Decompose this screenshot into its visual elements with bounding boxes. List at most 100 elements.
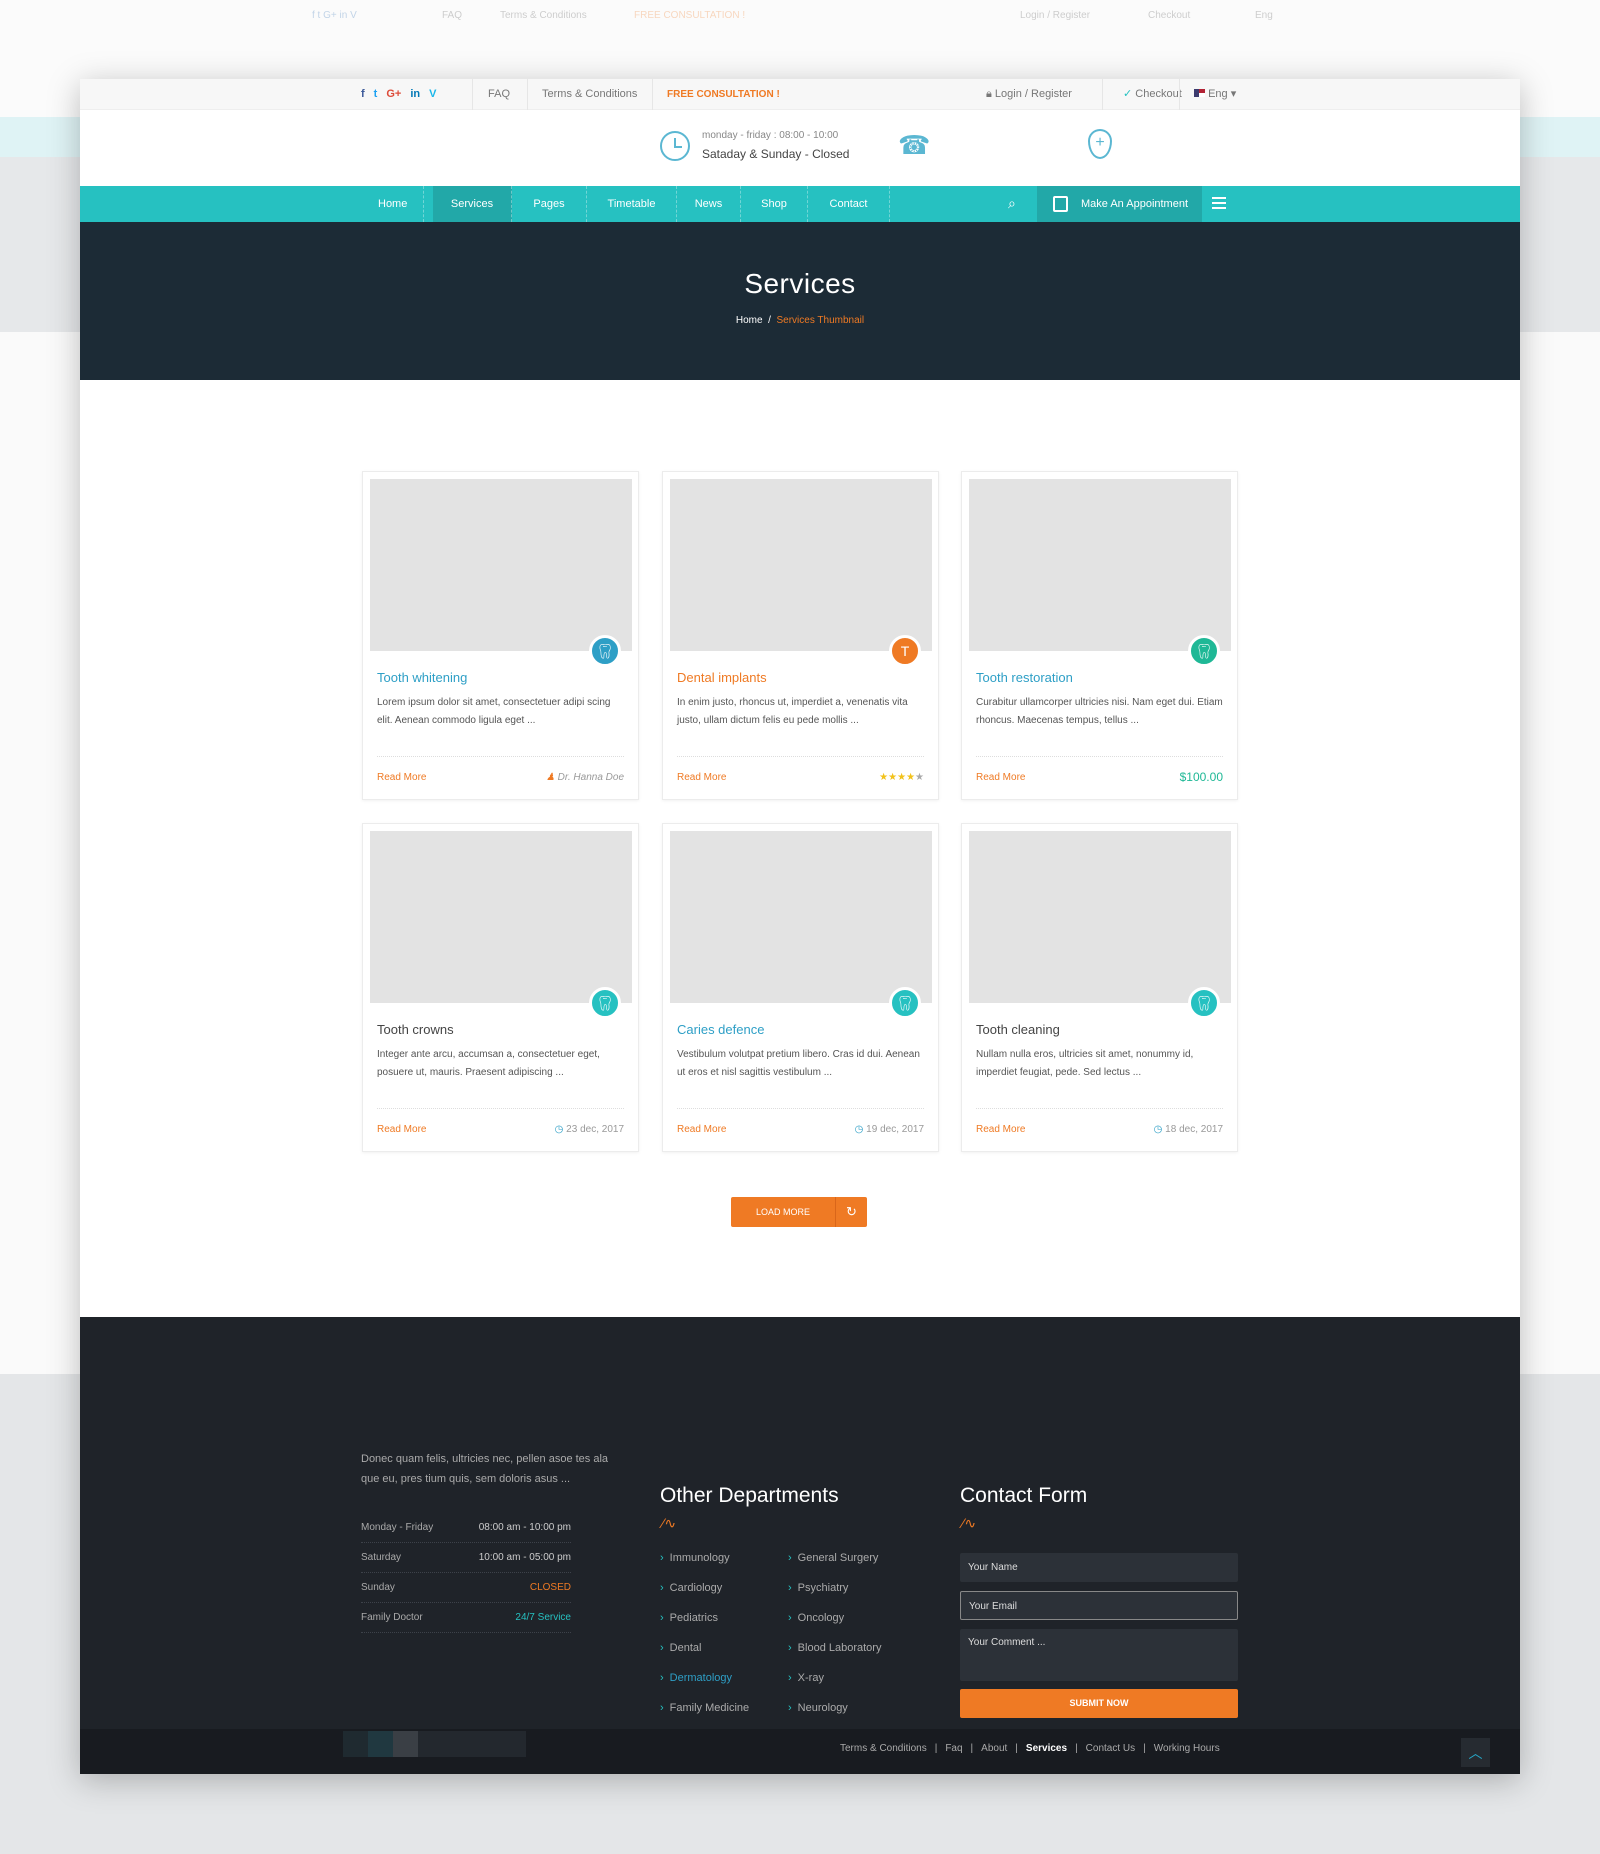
ghost-lang: Eng	[1255, 10, 1273, 21]
name-input[interactable]: Your Name	[960, 1553, 1238, 1582]
nav-contact[interactable]: Contact	[808, 186, 890, 222]
department-link[interactable]: › Immunology	[660, 1552, 730, 1564]
card-title[interactable]: Tooth crowns	[377, 1022, 454, 1037]
card-image[interactable]	[670, 479, 932, 651]
department-link[interactable]: › Neurology	[788, 1702, 848, 1714]
service-card: T Dental implants In enim justo, rhoncus u…	[662, 471, 939, 800]
nav-news[interactable]: News	[677, 186, 741, 222]
contact-form-title: Contact Form	[960, 1484, 1088, 1507]
vimeo-icon[interactable]: V	[429, 79, 436, 110]
nav-pages[interactable]: Pages	[512, 186, 587, 222]
search-icon[interactable]: ⌕	[1008, 195, 1016, 212]
card-description: Curabitur ullamcorper ultricies nisi. Na…	[976, 697, 1223, 726]
linkedin-icon[interactable]: in	[410, 79, 420, 110]
us-flag-icon	[1194, 89, 1205, 97]
department-link[interactable]: › Oncology	[788, 1612, 844, 1624]
department-link[interactable]: › Psychiatry	[788, 1582, 848, 1594]
chevron-right-icon: ›	[660, 1582, 664, 1594]
faq-link[interactable]: FAQ	[472, 79, 527, 110]
hours-weekday: monday - friday : 08:00 - 10:00	[702, 130, 839, 141]
read-more-link[interactable]: Read More	[976, 1124, 1025, 1135]
nav-timetable[interactable]: Timetable	[587, 186, 677, 222]
card-image[interactable]	[969, 479, 1231, 651]
footer-link[interactable]: Contact Us	[1086, 1743, 1135, 1754]
make-appointment-button[interactable]: Make An Appointment	[1037, 186, 1202, 222]
free-consultation-link[interactable]: FREE CONSULTATION !	[652, 79, 780, 110]
department-link[interactable]: › General Surgery	[788, 1552, 878, 1564]
ghost-consult: FREE CONSULTATION !	[634, 10, 746, 21]
department-label: Pediatrics	[669, 1612, 718, 1624]
card-image[interactable]	[670, 831, 932, 1003]
department-label: Cardiology	[669, 1582, 723, 1594]
login-label: Login / Register	[994, 88, 1072, 100]
clock-icon: ◷	[554, 1124, 567, 1135]
department-label: X-ray	[797, 1672, 824, 1684]
card-title[interactable]: Tooth cleaning	[976, 1022, 1060, 1037]
read-more-link[interactable]: Read More	[377, 1124, 426, 1135]
hours-weekend: Sataday & Sunday - Closed	[702, 147, 850, 161]
hours-row: Saturday 10:00 am - 05:00 pm	[361, 1543, 571, 1573]
read-more-link[interactable]: Read More	[677, 1124, 726, 1135]
hours-row: Monday - Friday 08:00 am - 10:00 pm	[361, 1513, 571, 1543]
hours-time: 08:00 am - 10:00 pm	[478, 1522, 571, 1533]
department-link[interactable]: › Blood Laboratory	[788, 1642, 881, 1654]
department-link[interactable]: › Pediatrics	[660, 1612, 718, 1624]
ghost-terms: Terms & Conditions	[500, 10, 587, 21]
hours-day: Monday - Friday	[361, 1522, 434, 1533]
card-description: Integer ante arcu, accumsan a, consectet…	[377, 1049, 600, 1078]
star-icon: ★	[906, 772, 916, 783]
footer-link[interactable]: Terms & Conditions	[840, 1743, 927, 1754]
ghost-topbar: f t G+ in V FAQ Terms & Conditions FREE …	[0, 6, 1600, 30]
footer-link[interactable]: Faq	[945, 1743, 962, 1754]
back-to-top-button[interactable]: ︿	[1461, 1738, 1490, 1767]
card-title[interactable]: Caries defence	[677, 1022, 764, 1037]
google-plus-icon[interactable]: G+	[386, 79, 401, 110]
department-link[interactable]: › Family Medicine	[660, 1702, 749, 1714]
nav-shop[interactable]: Shop	[741, 186, 808, 222]
language-label: Eng	[1208, 88, 1228, 100]
department-label: Family Medicine	[669, 1702, 750, 1714]
card-image[interactable]	[370, 831, 632, 1003]
footer-link[interactable]: About	[981, 1743, 1007, 1754]
read-more-link[interactable]: Read More	[377, 772, 426, 783]
card-description: Vestibulum volutpat pretium libero. Cras…	[677, 1049, 920, 1078]
star-icon: ★	[915, 772, 924, 783]
department-link[interactable]: › X-ray	[788, 1672, 824, 1684]
comment-textarea[interactable]: Your Comment ...	[960, 1629, 1238, 1681]
card-image[interactable]	[370, 479, 632, 651]
chevron-right-icon: ›	[788, 1582, 792, 1594]
footer: Donec quam felis, ultricies nec, pellen …	[80, 1317, 1520, 1729]
chevron-right-icon: ›	[660, 1702, 664, 1714]
nav-services[interactable]: Services	[433, 186, 512, 222]
ghost-login: Login / Register	[1020, 10, 1091, 21]
login-link[interactable]: 🔒︎ Login / Register	[986, 79, 1072, 110]
card-title[interactable]: Tooth restoration	[976, 670, 1073, 685]
card-title[interactable]: Dental implants	[677, 670, 767, 685]
department-link[interactable]: › Dermatology	[660, 1672, 732, 1684]
chevron-right-icon: ›	[788, 1702, 792, 1714]
terms-link[interactable]: Terms & Conditions	[527, 79, 652, 110]
department-link[interactable]: › Dental	[660, 1642, 701, 1654]
facebook-icon[interactable]: f	[361, 79, 365, 110]
twitter-icon[interactable]: t	[374, 79, 378, 110]
hamburger-menu-icon[interactable]	[1212, 197, 1226, 209]
read-more-link[interactable]: Read More	[976, 772, 1025, 783]
footer-link[interactable]: Working Hours	[1154, 1743, 1220, 1754]
breadcrumb-home[interactable]: Home	[736, 315, 763, 326]
footer-link[interactable]: Services	[1026, 1743, 1067, 1754]
card-title[interactable]: Tooth whitening	[377, 670, 467, 685]
breadcrumb-separator: /	[768, 315, 771, 326]
submit-button[interactable]: SUBMIT NOW	[960, 1689, 1238, 1718]
card-image[interactable]	[969, 831, 1231, 1003]
chevron-right-icon: ›	[660, 1642, 664, 1654]
rating-stars: ★★★★★	[879, 772, 924, 783]
checkout-link[interactable]: ✓ Checkout	[1102, 79, 1182, 110]
tooth-icon: T	[889, 635, 921, 667]
nav-home[interactable]: Home	[362, 186, 425, 222]
department-link[interactable]: › Cardiology	[660, 1582, 722, 1594]
footer-bottom-bar: Terms & Conditions | Faq | About | Services | Co…	[80, 1729, 1520, 1774]
read-more-link[interactable]: Read More	[677, 772, 726, 783]
load-more-button[interactable]: LOAD MORE ↻	[731, 1197, 867, 1227]
language-select[interactable]: Eng ▾	[1179, 79, 1236, 110]
email-input[interactable]: Your Email	[960, 1591, 1238, 1620]
